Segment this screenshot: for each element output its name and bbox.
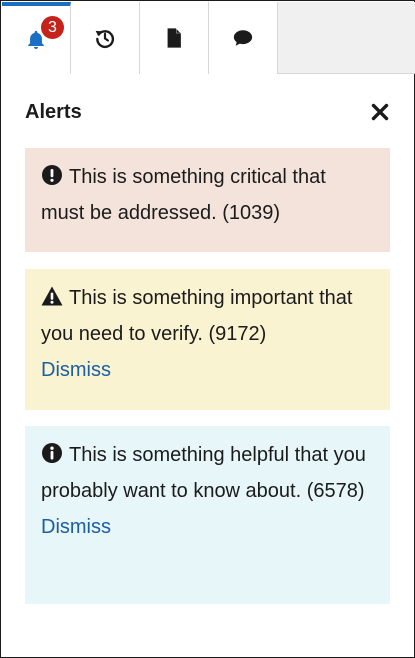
alert-info: This is something helpful that you proba… [25,426,390,604]
dismiss-link[interactable]: Dismiss [41,352,111,388]
history-icon [94,27,116,49]
info-circle-icon [41,440,63,463]
tab-comments[interactable] [209,2,278,74]
comment-icon [232,27,254,49]
tab-history[interactable] [71,2,140,74]
alert-error: This is something critical that must be … [25,148,390,252]
alerts-panel-window: 3 Alerts This is something critical that… [0,0,415,658]
dismiss-link[interactable]: Dismiss [41,509,111,545]
alert-warning: This is something important that you nee… [25,269,390,410]
document-icon [163,27,185,49]
notification-count-badge: 3 [41,16,64,39]
alert-message: This is something helpful that you proba… [41,444,366,502]
tab-alerts[interactable]: 3 [2,2,71,74]
tab-bar-spacer [278,2,415,73]
exclamation-circle-icon [41,162,63,185]
panel-header: Alerts [25,97,391,127]
alert-message: This is something important that you nee… [41,287,353,345]
alert-message: This is something critical that must be … [41,166,326,224]
close-button[interactable] [369,101,391,123]
panel-title: Alerts [25,100,82,123]
close-icon [371,103,389,121]
tab-bar: 3 [2,2,415,74]
warning-triangle-icon [41,283,63,306]
tab-documents[interactable] [140,2,209,74]
